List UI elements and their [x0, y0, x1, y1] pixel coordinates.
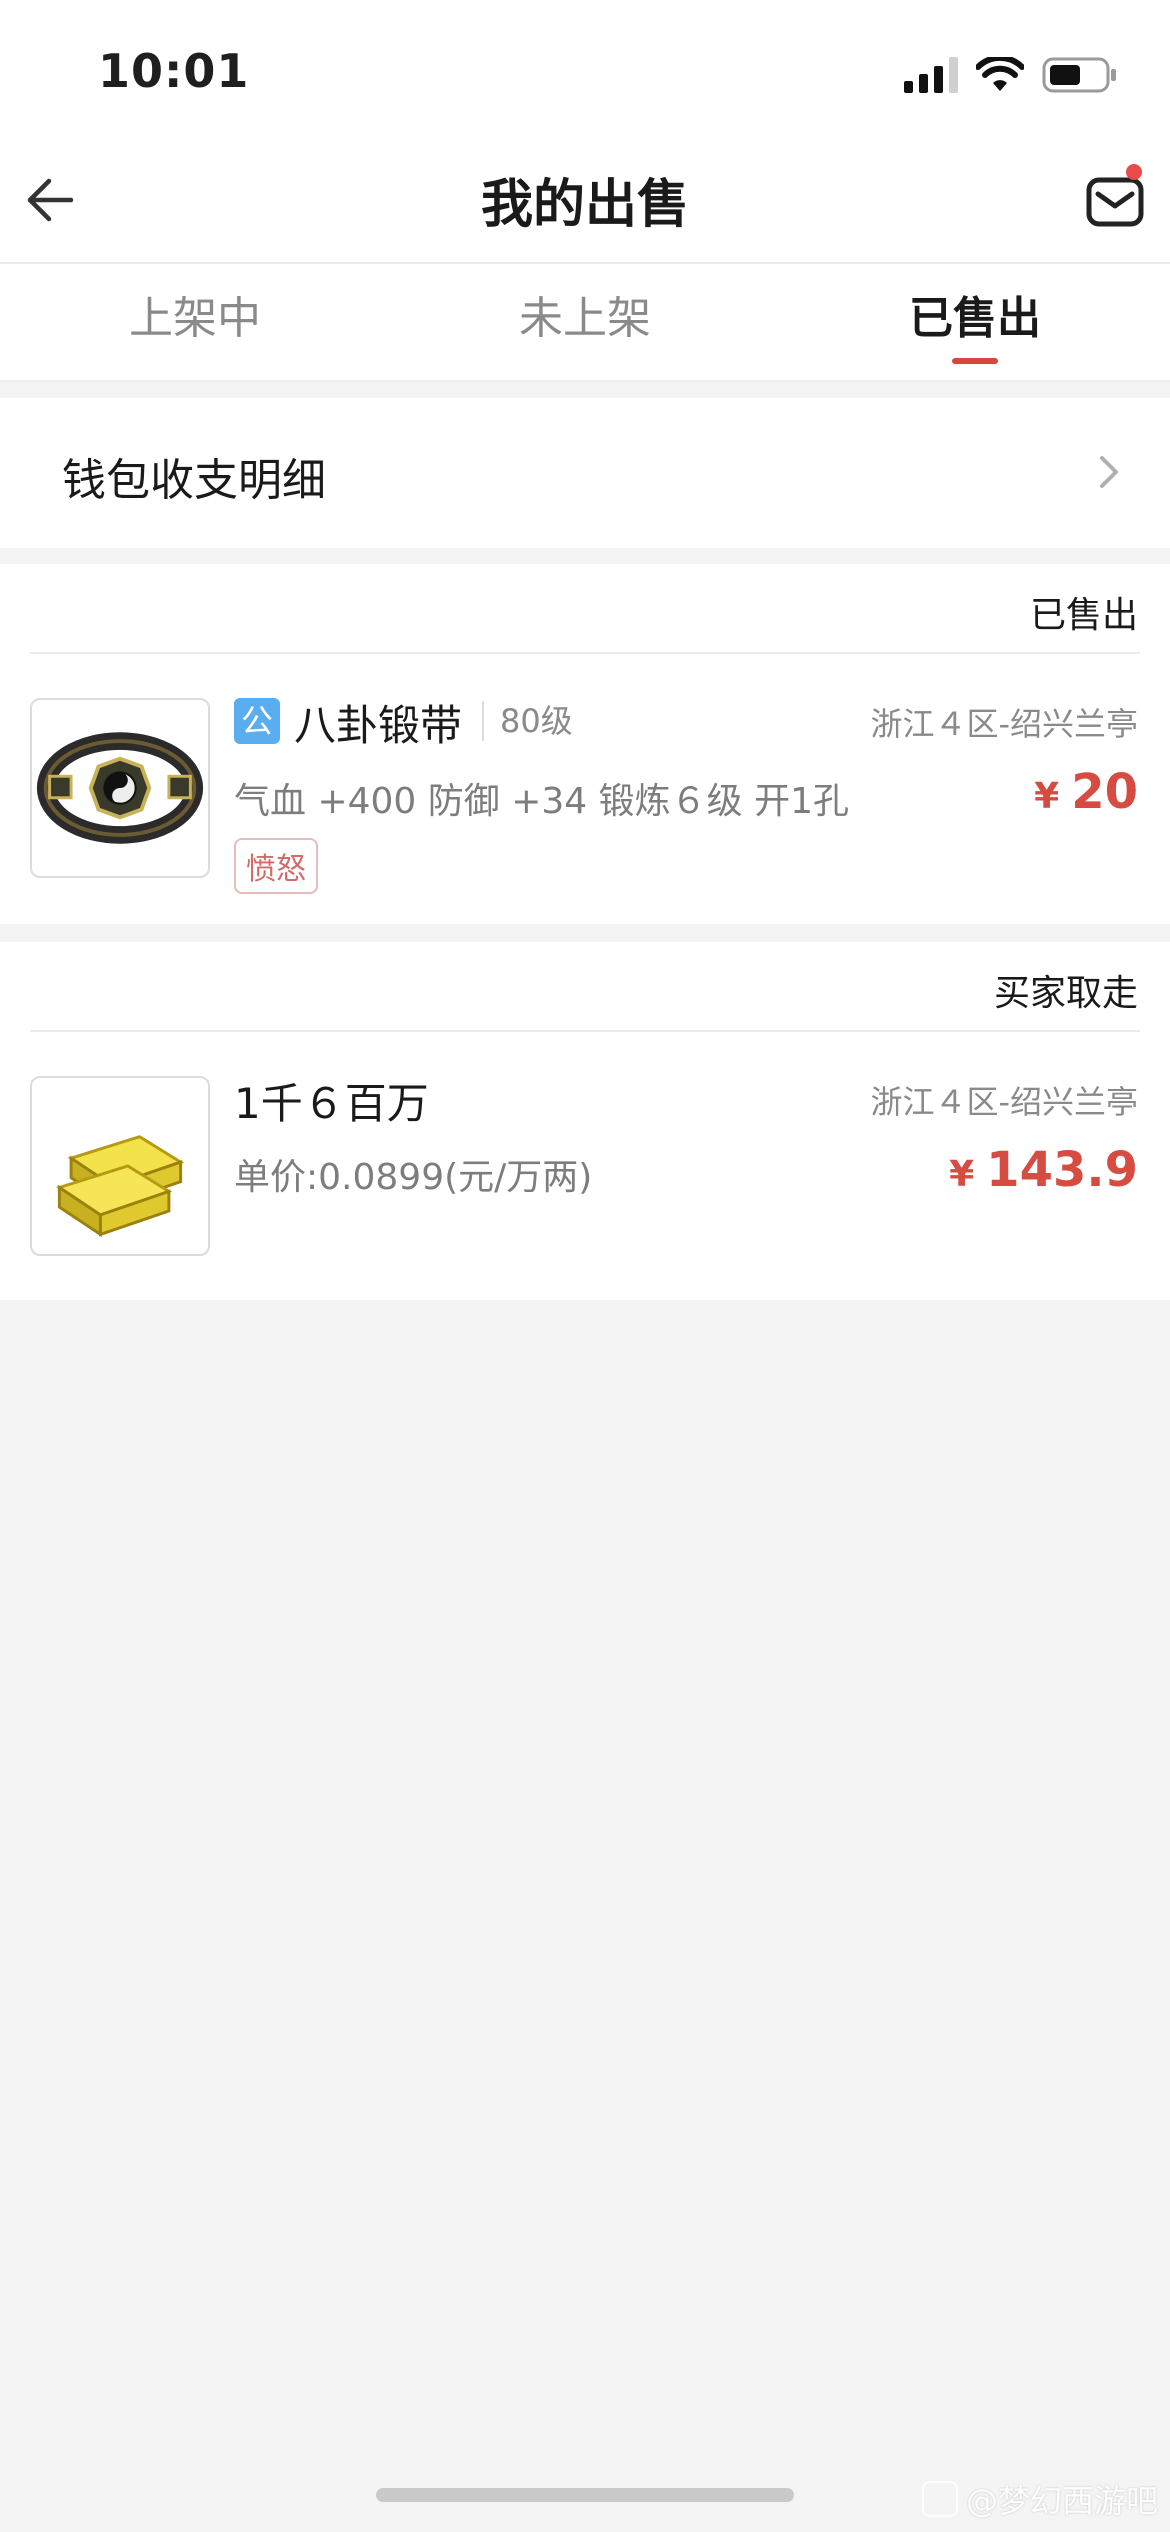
item-thumbnail — [30, 1076, 210, 1256]
status-time: 10:01 — [98, 44, 250, 98]
price-value: 20 — [1071, 764, 1138, 820]
item-level: 80级 — [482, 701, 573, 741]
wallet-details-row[interactable]: 钱包收支明细 — [0, 398, 1170, 548]
currency-symbol: ¥ — [949, 1154, 975, 1195]
watermark-text: @梦幻西游吧 — [965, 2482, 1158, 2520]
tab-bar: 上架中 未上架 已售出 — [0, 264, 1170, 382]
unread-dot — [1126, 164, 1142, 180]
order-card[interactable]: 买家取走 1千６百万 浙江４区-绍兴兰亭 单价:0.0899(元/万两) ¥14… — [0, 942, 1170, 1300]
navigation-bar: 我的出售 — [0, 140, 1170, 264]
wallet-details-label: 钱包收支明细 — [62, 455, 326, 506]
home-indicator — [376, 2488, 794, 2502]
messages-button[interactable] — [1084, 164, 1146, 232]
chevron-right-icon — [1100, 456, 1118, 488]
order-card[interactable]: 已售出 公 八卦锻带 80级 浙江４区-绍兴兰亭 气血 +400 防御 +34 … — [0, 564, 1170, 924]
item-price: ¥143.9 — [949, 1142, 1138, 1198]
tab-on-shelf[interactable]: 上架中 — [0, 264, 390, 380]
page-title: 我的出售 — [480, 175, 689, 235]
divider — [30, 1030, 1140, 1032]
belt-icon — [36, 732, 204, 844]
watermark-logo-icon — [921, 2481, 958, 2517]
cellular-signal-icon — [904, 57, 958, 93]
tab-not-listed[interactable]: 未上架 — [390, 264, 780, 380]
screen: 10:01 我的出售 上架中 未上架 已售出 钱包收支明细 已售出 公 八卦锻带… — [0, 0, 1170, 2532]
item-name: 八卦锻带 — [294, 701, 463, 750]
gold-ingot-icon — [56, 1135, 185, 1238]
divider — [30, 652, 1140, 654]
item-thumbnail — [30, 698, 210, 878]
order-status: 买家取走 — [993, 973, 1138, 1014]
wifi-icon — [976, 57, 1024, 91]
currency-symbol: ¥ — [1034, 776, 1060, 817]
unit-price: 单价:0.0899(元/万两) — [234, 1157, 593, 1198]
item-name: 1千６百万 — [234, 1079, 429, 1128]
battery-icon — [1042, 57, 1116, 93]
watermark: @梦幻西游吧 — [921, 2476, 1158, 2522]
price-value: 143.9 — [986, 1142, 1138, 1198]
server-name: 浙江４区-绍兴兰亭 — [870, 1083, 1138, 1121]
item-price: ¥20 — [1034, 764, 1138, 820]
server-name: 浙江４区-绍兴兰亭 — [870, 705, 1138, 743]
status-bar: 10:01 — [0, 0, 1170, 140]
item-attributes: 气血 +400 防御 +34 锻炼６级 开1孔 — [234, 781, 849, 822]
tab-sold[interactable]: 已售出 — [780, 264, 1170, 380]
status-icons — [904, 50, 1118, 100]
order-status: 已售出 — [1029, 595, 1138, 636]
item-tag: 愤怒 — [234, 838, 318, 894]
public-badge: 公 — [234, 698, 280, 744]
